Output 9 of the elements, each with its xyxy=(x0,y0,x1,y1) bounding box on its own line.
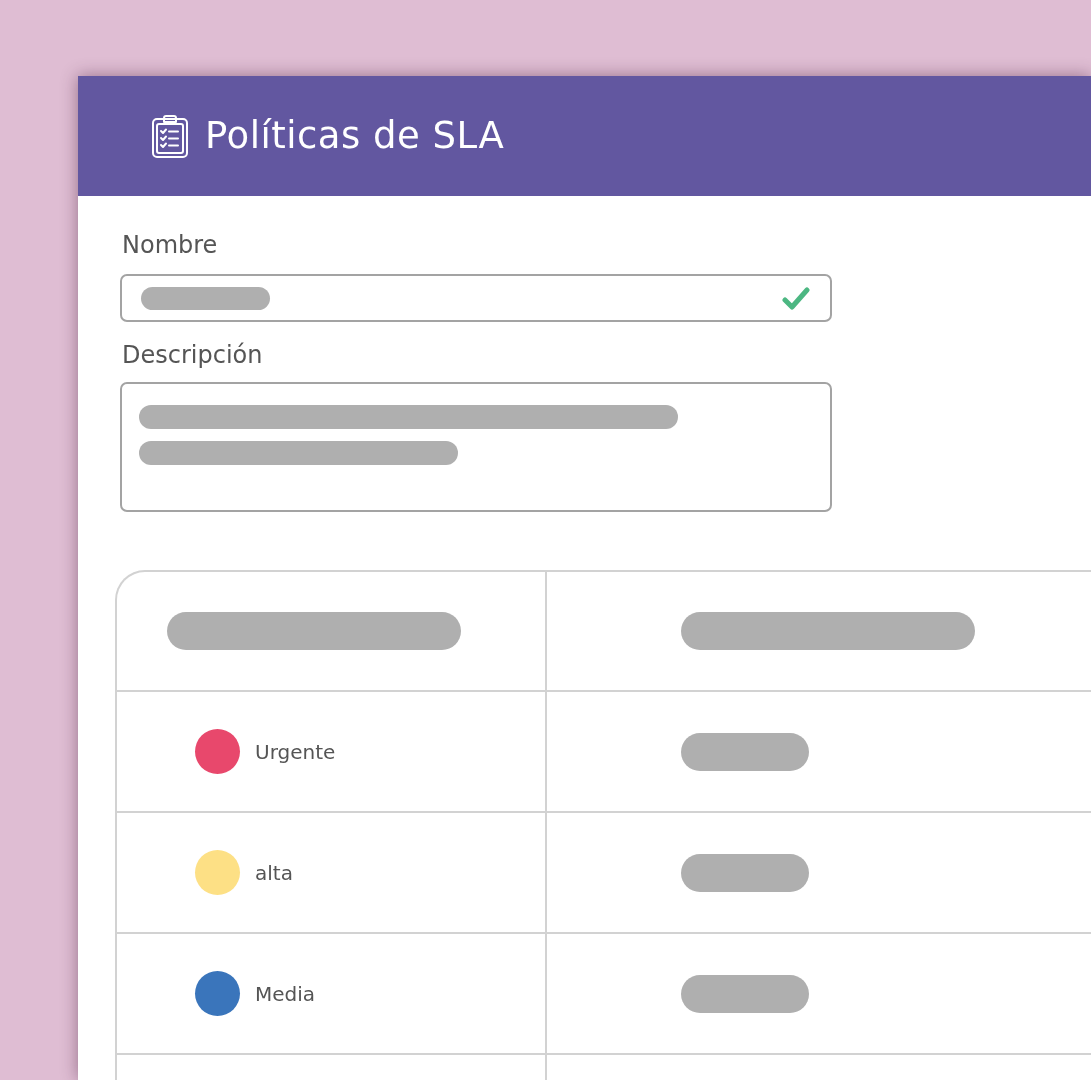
page-title: Políticas de SLA xyxy=(205,114,505,158)
name-input[interactable] xyxy=(120,274,832,322)
clipboard-checklist-icon xyxy=(152,114,188,158)
priority-label: Urgente xyxy=(255,739,336,764)
priority-label: Media xyxy=(255,981,316,1006)
description-textarea[interactable] xyxy=(120,382,832,512)
field-label: Descripción xyxy=(122,341,263,369)
field-label: Nombre xyxy=(122,231,218,259)
priority-label: alta xyxy=(255,860,293,885)
